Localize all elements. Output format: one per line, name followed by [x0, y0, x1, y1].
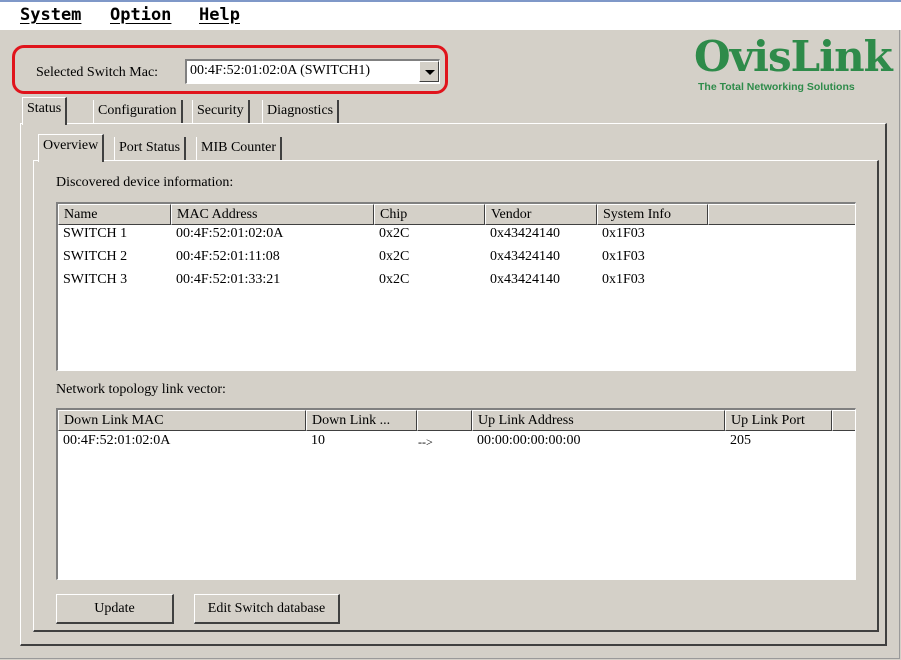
topology-row-1-up-link-port: 205 — [730, 433, 751, 448]
topology-label: Network topology link vector: — [56, 382, 226, 397]
selected-switch-panel: Selected Switch Mac: 00:4F:52:01:02:0A (… — [12, 45, 448, 94]
column-header-mac-address[interactable]: MAC Address — [171, 204, 374, 225]
device-list-header: Name MAC Address Chip Vendor System Info — [58, 204, 855, 225]
tab-configuration[interactable]: Configuration — [93, 100, 183, 124]
device-row-1-chip: 0x2C — [379, 226, 410, 241]
column-header-arrow[interactable] — [417, 410, 472, 431]
column-header-up-link-port[interactable]: Up Link Port — [725, 410, 832, 431]
column-header-down-link-mac[interactable]: Down Link MAC — [58, 410, 306, 431]
device-row-3-vendor: 0x43424140 — [490, 272, 560, 287]
device-list[interactable]: Name MAC Address Chip Vendor System Info… — [56, 202, 856, 371]
switch-mac-dropdown-value: 00:4F:52:01:02:0A (SWITCH1) — [190, 63, 371, 78]
chevron-down-icon[interactable] — [419, 61, 439, 82]
topology-list[interactable]: Down Link MAC Down Link ... Up Link Addr… — [56, 408, 856, 580]
logo-wordmark: OvisLink — [694, 32, 893, 81]
edit-switch-database-button[interactable]: Edit Switch database — [194, 594, 340, 624]
topology-row-1-down-link-port: 10 — [311, 433, 325, 448]
device-row-3-system-info: 0x1F03 — [602, 272, 645, 287]
update-button[interactable]: Update — [56, 594, 174, 624]
device-row-2-chip: 0x2C — [379, 249, 410, 264]
switch-mac-dropdown[interactable]: 00:4F:52:01:02:0A (SWITCH1) — [185, 59, 440, 84]
subtab-overview[interactable]: Overview — [38, 134, 105, 162]
device-row-2-vendor: 0x43424140 — [490, 249, 560, 264]
column-header-vendor[interactable]: Vendor — [485, 204, 597, 225]
menu-system[interactable]: System — [20, 5, 81, 25]
device-row-2-mac: 00:4F:52:01:11:08 — [176, 249, 280, 264]
menu-help[interactable]: Help — [199, 5, 240, 25]
device-row-3-chip: 0x2C — [379, 272, 410, 287]
device-row-1-mac: 00:4F:52:01:02:0A — [176, 226, 284, 241]
device-row-3-mac: 00:4F:52:01:33:21 — [176, 272, 281, 287]
column-header-blank — [832, 410, 855, 431]
subtab-mib-counter[interactable]: MIB Counter — [196, 137, 283, 161]
column-header-chip[interactable]: Chip — [374, 204, 485, 225]
subtab-port-status[interactable]: Port Status — [114, 137, 187, 161]
topology-row-1-up-link-address: 00:00:00:00:00:00 — [477, 433, 581, 448]
selected-switch-label: Selected Switch Mac: — [36, 65, 159, 80]
menu-bar: System Option Help — [0, 0, 901, 30]
tab-diagnostics[interactable]: Diagnostics — [262, 100, 340, 124]
discovered-devices-label: Discovered device information: — [56, 175, 234, 190]
column-header-blank — [708, 204, 855, 225]
ovislink-logo: OvisLink The Total Networking Solutions — [690, 30, 893, 100]
device-row-1-name[interactable]: SWITCH 1 — [58, 226, 127, 242]
column-header-down-link-port[interactable]: Down Link ... — [306, 410, 417, 431]
column-header-name[interactable]: Name — [58, 204, 171, 225]
device-row-2-system-info: 0x1F03 — [602, 249, 645, 264]
topology-row-1-arrow: --> — [418, 435, 433, 449]
topology-row-1-down-link-mac[interactable]: 00:4F:52:01:02:0A — [58, 433, 170, 449]
device-row-1-system-info: 0x1F03 — [602, 226, 645, 241]
device-row-1-vendor: 0x43424140 — [490, 226, 560, 241]
tab-status[interactable]: Status — [22, 97, 68, 125]
device-row-3-name[interactable]: SWITCH 3 — [58, 272, 127, 288]
topology-list-header: Down Link MAC Down Link ... Up Link Addr… — [58, 410, 855, 431]
column-header-up-link-address[interactable]: Up Link Address — [472, 410, 725, 431]
logo-tagline: The Total Networking Solutions — [698, 81, 855, 93]
tab-security[interactable]: Security — [192, 100, 250, 124]
device-row-2-name[interactable]: SWITCH 2 — [58, 249, 127, 265]
menu-option[interactable]: Option — [110, 5, 171, 25]
column-header-system-info[interactable]: System Info — [597, 204, 708, 225]
